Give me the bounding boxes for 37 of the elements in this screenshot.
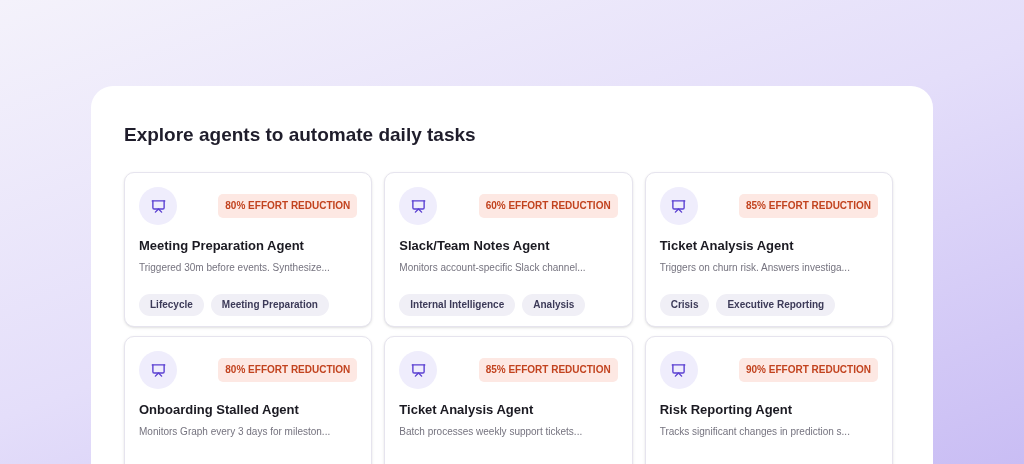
agent-title: Ticket Analysis Agent xyxy=(399,401,535,419)
presentation-icon xyxy=(659,351,698,389)
tag-chip[interactable]: Meeting Preparation xyxy=(210,293,329,316)
effort-badge: 90% EFFORT REDUCTION xyxy=(738,358,878,382)
agent-description: Batch processes weekly support tickets... xyxy=(399,424,584,439)
agent-title: Slack/Team Notes Agent xyxy=(399,237,551,255)
effort-badge: 85% EFFORT REDUCTION xyxy=(738,194,878,218)
agent-card[interactable]: 85% EFFORT REDUCTION Ticket Analysis Agent Batch processes weekly support tickets... xyxy=(384,336,633,464)
presentation-icon xyxy=(659,187,698,225)
agent-title: Onboarding Stalled Agent xyxy=(139,401,300,419)
agent-description: Triggered 30m before events. Synthesize... xyxy=(139,260,331,275)
agent-card[interactable]: 80% EFFORT REDUCTION Meeting Preparation Agent Triggered 30m before events. Synthesize... Lifecycle Meeting Preparation xyxy=(124,172,373,327)
effort-badge: 85% EFFORT REDUCTION xyxy=(478,358,618,382)
agent-description: Tracks significant changes in prediction s... xyxy=(659,424,851,439)
agent-description: Monitors Graph every 3 days for mileston... xyxy=(139,424,332,439)
tag-chip[interactable]: Executive Reporting xyxy=(716,293,836,316)
agent-title: Ticket Analysis Agent xyxy=(659,237,795,255)
presentation-icon xyxy=(139,351,177,389)
agent-card[interactable]: 85% EFFORT REDUCTION Ticket Analysis Agent Triggers on churn risk. Answers investiga... Crisis Executive Reporting xyxy=(644,172,893,327)
effort-badge: 80% EFFORT REDUCTION xyxy=(218,358,358,382)
agent-description: Triggers on churn risk. Answers investiga... xyxy=(659,260,851,275)
agent-card[interactable]: 90% EFFORT REDUCTION Risk Reporting Agent Tracks significant changes in prediction s... xyxy=(644,336,893,464)
tag-chip[interactable]: Crisis xyxy=(659,293,710,316)
presentation-icon xyxy=(399,187,438,225)
tag-chip[interactable]: Internal Intelligence xyxy=(399,293,516,316)
effort-badge: 80% EFFORT REDUCTION xyxy=(218,194,358,218)
agent-title: Meeting Preparation Agent xyxy=(139,237,305,255)
agent-description: Monitors account-specific Slack channel... xyxy=(399,260,587,275)
agent-title: Risk Reporting Agent xyxy=(659,401,794,419)
tag-chip[interactable]: Lifecycle xyxy=(139,293,204,316)
presentation-icon xyxy=(139,187,177,225)
agent-card[interactable]: 80% EFFORT REDUCTION Onboarding Stalled Agent Monitors Graph every 3 days for mileston... xyxy=(124,336,373,464)
presentation-icon xyxy=(399,351,438,389)
effort-badge: 60% EFFORT REDUCTION xyxy=(478,194,618,218)
agent-card[interactable]: 60% EFFORT REDUCTION Slack/Team Notes Agent Monitors account-specific Slack channel... Internal Intelligence Analysis xyxy=(384,172,633,327)
section-heading: Explore agents to automate daily tasks xyxy=(124,123,477,147)
tag-chip[interactable]: Analysis xyxy=(522,293,586,316)
